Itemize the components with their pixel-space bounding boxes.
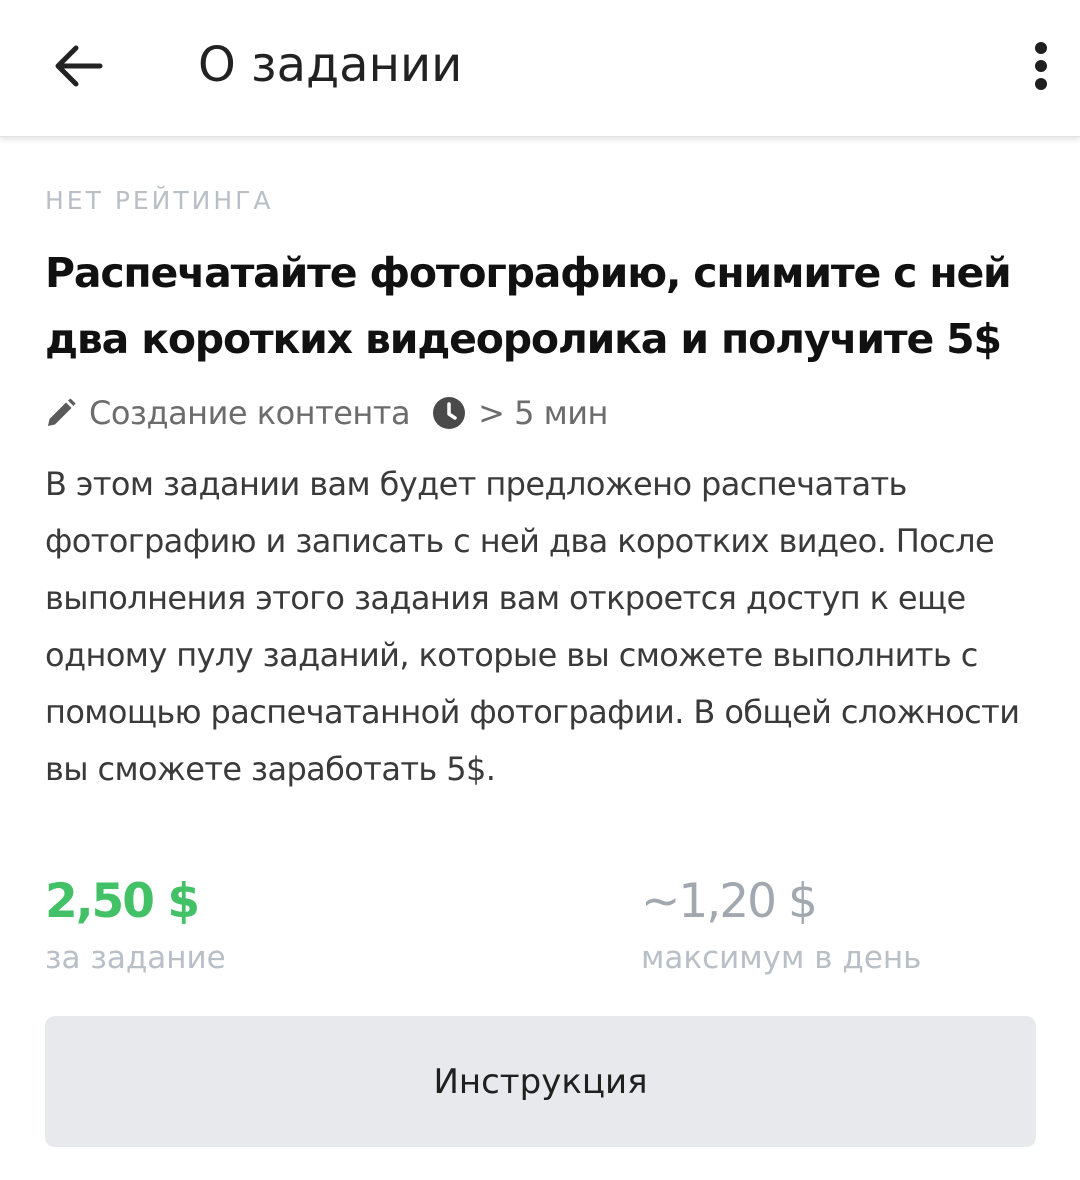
task-title: Распечатайте фотографию, снимите с ней д… [45,249,1012,363]
back-button[interactable] [40,28,116,104]
price-max-daily: ~1,20 $ [641,874,818,929]
page-title: О задании [198,37,463,93]
category-label: Создание контента [89,394,411,432]
price-per-task-label: за задание [45,940,226,976]
duration-label: > 5 мин [478,394,608,432]
instruction-button[interactable]: Инструкция [45,1016,1036,1147]
task-meta: Создание контента > 5 мин [45,388,608,438]
task-description: В этом задании вам будет предложено расп… [45,465,1020,788]
arrow-left-icon [55,45,103,87]
pencil-icon [45,397,77,429]
more-vertical-icon [1035,42,1047,90]
app-bar: О задании [0,0,1080,137]
rating-label: НЕТ РЕЙТИНГА [45,186,274,215]
clock-icon [432,396,466,430]
more-options-button[interactable] [1010,28,1072,104]
price-max-daily-label: максимум в день [641,940,922,976]
price-per-task: 2,50 $ [45,874,200,929]
